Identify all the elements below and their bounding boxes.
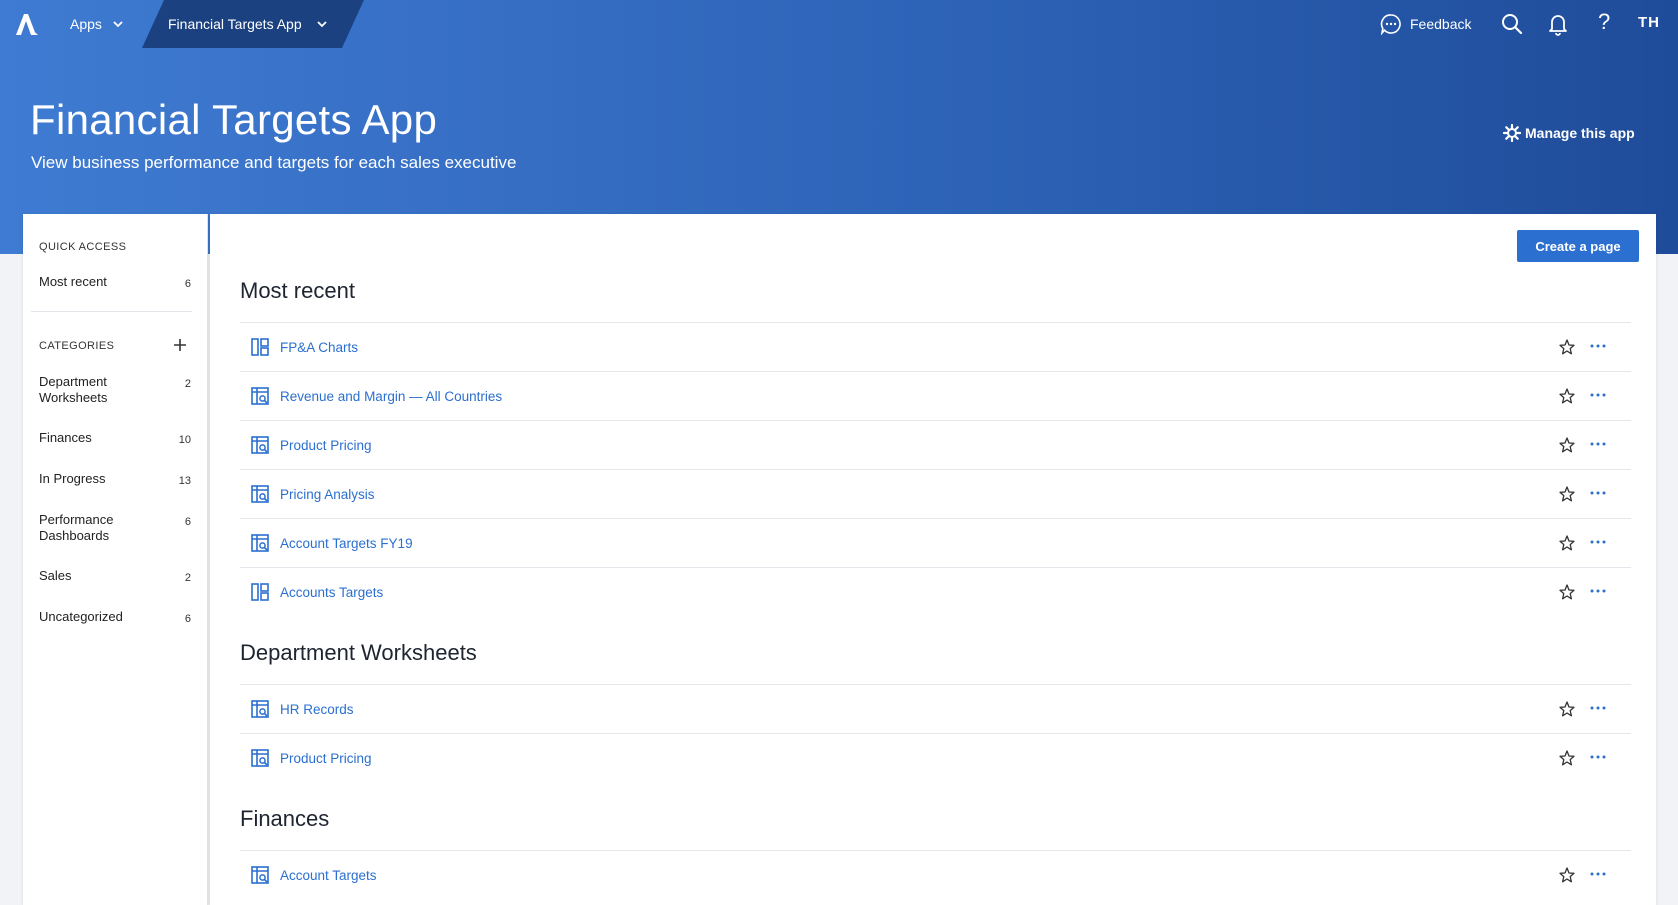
worksheet-icon: [251, 436, 269, 454]
star-icon[interactable]: [1559, 339, 1575, 355]
dashboard-icon: [251, 583, 269, 601]
sidebar-divider: [31, 311, 192, 312]
feedback-button[interactable]: Feedback: [1380, 0, 1471, 48]
feedback-label: Feedback: [1410, 16, 1472, 32]
sidebar-item-uncategorized[interactable]: Uncategorized 6: [39, 609, 191, 627]
star-icon[interactable]: [1559, 486, 1575, 502]
categories-heading: CATEGORIES: [39, 340, 115, 352]
sidebar-item-count: 6: [184, 613, 191, 625]
worksheet-icon: [251, 749, 269, 767]
list-item-label: Product Pricing: [280, 437, 372, 453]
sidebar-item-label: Uncategorized: [39, 609, 123, 624]
list-item[interactable]: HR Records: [240, 684, 1631, 733]
chevron-down-icon: [113, 21, 123, 28]
worksheet-icon: [251, 700, 269, 718]
list-item[interactable]: Product Pricing: [240, 420, 1631, 469]
gear-icon: [1503, 124, 1521, 142]
section-title-finances: Finances: [240, 806, 330, 831]
feedback-icon: [1380, 14, 1401, 35]
list-item[interactable]: Accounts Targets: [240, 567, 1631, 616]
top-navigation-bar: Apps Financial Targets App Feedback ? TH: [0, 0, 1678, 48]
bell-icon[interactable]: [1546, 12, 1570, 36]
more-options-icon[interactable]: [1589, 582, 1607, 600]
more-options-icon[interactable]: [1589, 865, 1607, 883]
list-item-label: Revenue and Margin — All Countries: [280, 388, 503, 404]
sidebar-item-count: 10: [178, 434, 191, 446]
star-icon[interactable]: [1559, 750, 1575, 766]
star-icon[interactable]: [1559, 701, 1575, 717]
more-options-icon[interactable]: [1589, 386, 1607, 404]
help-icon[interactable]: ?: [1598, 9, 1610, 35]
sidebar-item-label: In Progress: [39, 471, 106, 486]
more-options-icon[interactable]: [1589, 337, 1607, 355]
more-options-icon[interactable]: [1589, 699, 1607, 717]
manage-app-label: Manage this app: [1525, 125, 1635, 141]
star-icon[interactable]: [1559, 584, 1575, 600]
list-item[interactable]: Pricing Analysis: [240, 469, 1631, 518]
sidebar-item-label: Finances: [39, 430, 92, 445]
sidebar-item-sales[interactable]: Sales 2: [39, 568, 191, 586]
sidebar-item-label: Performance Dashboards: [39, 512, 114, 543]
breadcrumb-label: Financial Targets App: [168, 16, 302, 32]
create-page-button[interactable]: Create a page: [1517, 230, 1639, 262]
page-subtitle: View business performance and targets fo…: [31, 153, 517, 172]
dashboard-icon: [251, 338, 269, 356]
list-item-label: HR Records: [280, 701, 354, 717]
sidebar-item-in-progress[interactable]: In Progress 13: [39, 471, 191, 489]
quick-access-heading: QUICK ACCESS: [39, 241, 127, 253]
apps-menu[interactable]: Apps: [70, 0, 124, 48]
breadcrumb-app[interactable]: Financial Targets App: [142, 0, 364, 48]
list-item-label: Accounts Targets: [280, 584, 384, 600]
manage-app-button[interactable]: Manage this app: [1503, 124, 1635, 142]
section-title-department-worksheets: Department Worksheets: [240, 640, 477, 665]
sidebar-item-count: 13: [178, 475, 191, 487]
sidebar-item-department-worksheets[interactable]: Department Worksheets 2: [39, 374, 191, 406]
sidebar-item-finances[interactable]: Finances 10: [39, 430, 191, 448]
worksheet-icon: [251, 866, 269, 884]
more-options-icon[interactable]: [1589, 484, 1607, 502]
more-options-icon[interactable]: [1589, 435, 1607, 453]
list-item[interactable]: Account Targets FY19: [240, 518, 1631, 567]
add-category-icon[interactable]: [173, 338, 187, 352]
star-icon[interactable]: [1559, 867, 1575, 883]
main-content: Create a page Most recent FP&A Charts Re…: [210, 214, 1656, 905]
sidebar-item-count: 2: [184, 378, 191, 390]
section-title-most-recent: Most recent: [240, 278, 355, 303]
worksheet-icon: [251, 485, 269, 503]
star-icon[interactable]: [1559, 437, 1575, 453]
worksheet-icon: [251, 387, 269, 405]
chevron-down-icon: [316, 18, 328, 30]
sidebar-item-most-recent[interactable]: Most recent 6: [39, 274, 191, 292]
list-item-label: Product Pricing: [280, 750, 372, 766]
more-options-icon[interactable]: [1589, 533, 1607, 551]
sidebar-item-count: 6: [184, 516, 191, 528]
apps-menu-label: Apps: [70, 16, 102, 32]
worksheet-icon: [251, 534, 269, 552]
list-item-label: Account Targets FY19: [280, 535, 413, 551]
sidebar-item-label: Department Worksheets: [39, 374, 108, 405]
list-item-label: Pricing Analysis: [280, 486, 375, 502]
list-item[interactable]: Product Pricing: [240, 733, 1631, 782]
sidebar-item-label: Most recent: [39, 274, 107, 289]
list-item-label: FP&A Charts: [280, 339, 359, 355]
star-icon[interactable]: [1559, 388, 1575, 404]
list-item[interactable]: FP&A Charts: [240, 322, 1631, 371]
more-options-icon[interactable]: [1589, 748, 1607, 766]
sidebar-item-count: 2: [184, 572, 191, 584]
sidebar-item-performance-dashboards[interactable]: Performance Dashboards 6: [39, 512, 191, 544]
anaplan-logo-icon[interactable]: [14, 12, 40, 36]
sidebar-item-count: 6: [184, 278, 191, 290]
user-avatar[interactable]: TH: [1638, 14, 1660, 31]
list-item-label: Account Targets: [280, 867, 377, 883]
sidebar-item-label: Sales: [39, 568, 72, 583]
sidebar: QUICK ACCESS Most recent 6 CATEGORIES De…: [23, 214, 208, 905]
list-item[interactable]: Account Targets: [240, 850, 1631, 899]
page-title: Financial Targets App: [30, 96, 438, 143]
star-icon[interactable]: [1559, 535, 1575, 551]
list-item[interactable]: Revenue and Margin — All Countries: [240, 371, 1631, 420]
search-icon[interactable]: [1500, 12, 1524, 36]
